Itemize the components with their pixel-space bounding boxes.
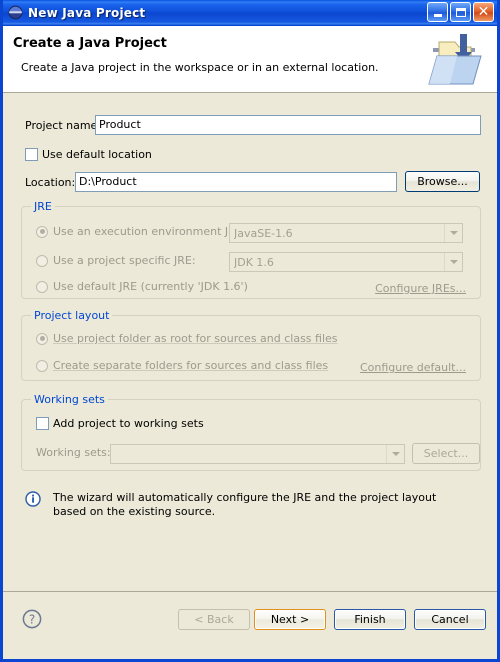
radio-button [36, 254, 48, 267]
project-layout-group: Project layout Use project folder as roo… [21, 309, 481, 381]
working-sets-label: Working sets: [36, 446, 111, 459]
project-name-row: Project name: [25, 119, 101, 132]
select-working-sets-button[interactable]: Select... [412, 443, 480, 464]
jre-option-label: Use an execution environment JRE: [53, 225, 247, 238]
add-project-to-working-sets-checkbox[interactable]: Add project to working sets [36, 417, 204, 430]
project-layout-group-label: Project layout [31, 309, 113, 322]
chevron-down-icon [444, 253, 462, 271]
project-specific-jre-combo[interactable]: JDK 1.6 [229, 252, 463, 272]
use-default-location-label: Use default location [42, 148, 152, 161]
checkbox-box [36, 417, 49, 430]
layout-option-label: Use project folder as root for sources a… [53, 332, 338, 345]
browse-button[interactable]: Browse... [405, 171, 480, 192]
wizard-banner: Create a Java Project Create a Java proj… [3, 26, 497, 93]
working-sets-row: Working sets: [36, 446, 111, 459]
layout-option-label: Create separate folders for sources and … [53, 359, 329, 372]
layout-option-separate-folders[interactable]: Create separate folders for sources and … [36, 359, 328, 372]
combo-value: JDK 1.6 [234, 255, 274, 269]
dialog-body: Project name: Product Use default locati… [3, 93, 497, 659]
window-controls: ✕ [427, 2, 494, 22]
next-button[interactable]: Next > [254, 609, 326, 630]
working-sets-group-label: Working sets [31, 393, 108, 406]
location-label: Location: [25, 176, 76, 189]
project-name-label: Project name: [25, 119, 102, 132]
info-icon [25, 491, 41, 510]
close-icon: ✕ [477, 4, 490, 20]
title-bar: New Java Project ✕ [3, 0, 497, 26]
finish-button[interactable]: Finish [334, 609, 406, 630]
help-question-icon[interactable]: ? [22, 609, 42, 629]
eclipse-globe-icon [8, 5, 23, 20]
execution-environment-combo[interactable]: JavaSE-1.6 [229, 223, 463, 243]
project-name-input[interactable]: Product [95, 115, 481, 135]
maximize-icon [455, 7, 466, 17]
svg-text:?: ? [29, 613, 35, 627]
use-default-location-checkbox[interactable]: Use default location [25, 148, 152, 161]
jre-option-label: Use default JRE (currently 'JDK 1.6') [53, 280, 248, 293]
jre-option-default[interactable]: Use default JRE (currently 'JDK 1.6') [36, 280, 248, 293]
minimize-icon [433, 14, 442, 17]
radio-button [36, 280, 48, 293]
add-project-label: Add project to working sets [53, 417, 204, 430]
radio-button [36, 332, 48, 345]
window-title: New Java Project [28, 5, 146, 20]
maximize-button[interactable] [450, 2, 471, 22]
page-title: Create a Java Project [13, 36, 167, 51]
location-input[interactable]: D:\Product [75, 172, 397, 192]
radio-button [36, 359, 48, 372]
new-java-project-dialog: New Java Project ✕ Create a Java Project… [0, 0, 500, 662]
page-subtitle: Create a Java project in the workspace o… [21, 61, 379, 74]
jre-group-label: JRE [31, 200, 55, 213]
minimize-button[interactable] [427, 2, 448, 22]
footer-bar: ? < Back Next > Finish Cancel [3, 592, 497, 659]
chevron-down-icon [386, 445, 404, 463]
working-sets-group: Working sets Add project to working sets… [21, 393, 481, 471]
info-message: The wizard will automatically configure … [25, 491, 468, 519]
location-row: Location: [25, 176, 75, 189]
java-project-folder-icon [425, 30, 487, 88]
checkbox-box [25, 148, 38, 161]
cancel-button[interactable]: Cancel [414, 609, 486, 630]
jre-group: JRE Use an execution environment JRE: Ja… [21, 200, 481, 299]
configure-jres-link[interactable]: Configure JREs... [375, 282, 466, 295]
chevron-down-icon [444, 224, 462, 242]
combo-value: JavaSE-1.6 [234, 226, 293, 240]
jre-option-execution-environment[interactable]: Use an execution environment JRE: [36, 225, 246, 238]
configure-default-link[interactable]: Configure default... [360, 361, 466, 374]
jre-option-label: Use a project specific JRE: [53, 254, 196, 267]
back-button[interactable]: < Back [178, 609, 250, 630]
layout-option-project-folder[interactable]: Use project folder as root for sources a… [36, 332, 338, 345]
radio-button [36, 225, 48, 238]
working-sets-combo[interactable] [110, 444, 405, 464]
info-text: The wizard will automatically configure … [53, 491, 437, 518]
close-button[interactable]: ✕ [473, 2, 494, 22]
jre-option-project-specific[interactable]: Use a project specific JRE: [36, 254, 196, 267]
